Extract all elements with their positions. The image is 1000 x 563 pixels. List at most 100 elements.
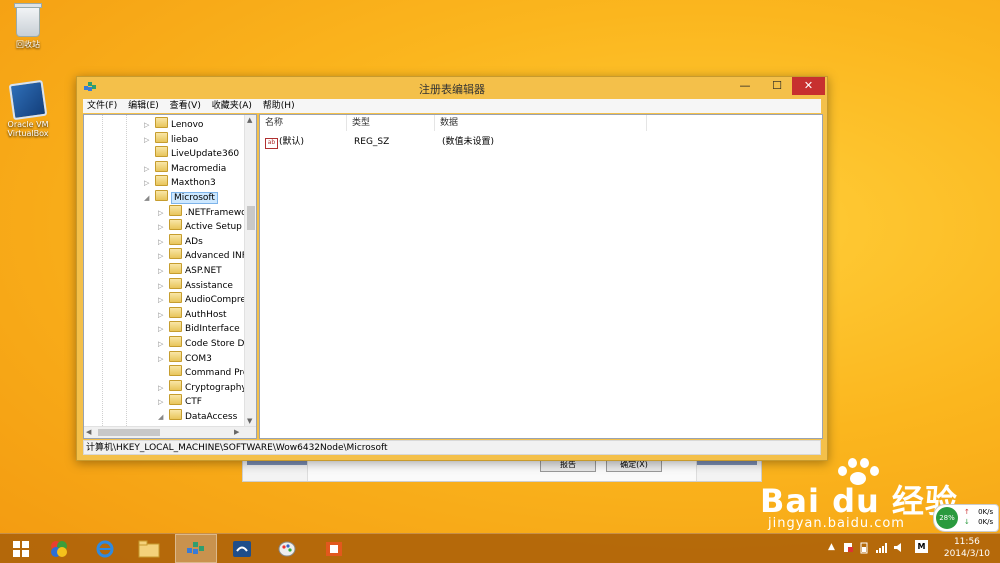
- scroll-up-icon[interactable]: ▲: [247, 116, 252, 124]
- expand-arrow-icon[interactable]: ▷: [144, 133, 153, 147]
- taskbar-regedit[interactable]: [175, 534, 217, 563]
- tree-node[interactable]: ▷ AuthHost: [158, 306, 227, 322]
- tree-node[interactable]: Command Pro: [158, 365, 248, 379]
- menu-file[interactable]: 文件(F): [83, 99, 121, 113]
- tree-node[interactable]: ▷ AudioCompre: [158, 292, 246, 306]
- menu-view[interactable]: 查看(V): [166, 99, 205, 113]
- upload-speed-row: ↑ 0K/s: [964, 508, 993, 516]
- expand-arrow-icon[interactable]: ▷: [158, 337, 167, 351]
- column-data-header[interactable]: 数据: [435, 115, 647, 131]
- tree-node[interactable]: ◢ DataAccess: [158, 409, 237, 423]
- folder-icon: [155, 146, 168, 158]
- system-clock[interactable]: 11:56 2014/3/10: [944, 536, 990, 560]
- tree-node[interactable]: LiveUpdate360: [144, 146, 239, 160]
- values-list[interactable]: 名称 类型 数据 ab (默认) REG_SZ (数值未设置): [259, 114, 823, 439]
- minimize-button[interactable]: —: [729, 77, 761, 95]
- taskbar-paint[interactable]: [266, 534, 308, 563]
- expand-arrow-icon[interactable]: ▷: [144, 118, 153, 132]
- tree-node[interactable]: ▷ COM3: [158, 350, 212, 366]
- tree-node[interactable]: ▷ Code Store D: [158, 336, 244, 350]
- tree-node[interactable]: ▷ ASP.NET: [158, 263, 222, 277]
- folder-icon: [169, 292, 182, 304]
- shield-app-icon: [233, 540, 251, 557]
- tree-scroll-thumb[interactable]: [247, 206, 255, 230]
- recycle-bin-icon[interactable]: 回收站: [0, 3, 56, 50]
- volume-icon[interactable]: [893, 542, 905, 553]
- column-name-header[interactable]: 名称: [260, 115, 347, 131]
- expand-arrow-icon[interactable]: ▷: [144, 162, 153, 176]
- tree-vertical-scrollbar[interactable]: ▲ ▼: [244, 115, 256, 426]
- tree-node[interactable]: ▷ .NETFramewo: [158, 204, 247, 220]
- tree-node[interactable]: ▷ Advanced INF: [158, 248, 247, 262]
- expand-arrow-icon[interactable]: ▷: [158, 322, 167, 336]
- expand-arrow-icon[interactable]: ◢: [158, 410, 167, 424]
- scroll-down-icon[interactable]: ▼: [247, 417, 252, 425]
- expand-arrow-icon[interactable]: ▷: [158, 395, 167, 409]
- taskbar-shield-app[interactable]: [221, 534, 263, 563]
- tree-node[interactable]: ▷ liebao: [144, 131, 198, 147]
- menu-help[interactable]: 帮助(H): [259, 99, 299, 113]
- tree-node[interactable]: ◢ Microsoft: [144, 190, 218, 204]
- tree-node[interactable]: ▷ Maxthon3: [144, 175, 216, 189]
- download-arrow-icon: ↓: [964, 518, 970, 526]
- tree-node[interactable]: ▷ Lenovo: [144, 117, 203, 131]
- maximize-button[interactable]: ☐: [761, 77, 793, 95]
- registry-tree[interactable]: ▷ Lenovo ▷ liebao LiveUpdate360 ▷ Macromedia ▷ M…: [83, 114, 257, 439]
- tree-hscroll-thumb[interactable]: [98, 429, 160, 436]
- menu-bar: 文件(F) 编辑(E) 查看(V) 收藏夹(A) 帮助(H): [83, 99, 821, 113]
- value-data: (数值未设置): [442, 137, 495, 147]
- menu-edit[interactable]: 编辑(E): [124, 99, 163, 113]
- menu-favorites[interactable]: 收藏夹(A): [208, 99, 256, 113]
- tree-node-label: Code Store D: [185, 339, 245, 349]
- tree-node-label: AudioCompre: [185, 295, 246, 306]
- expand-arrow-icon[interactable]: ▷: [158, 352, 167, 366]
- windows-logo-icon: [13, 540, 29, 557]
- tree-node[interactable]: ▷ CTF: [158, 394, 202, 408]
- taskbar-app-colorful[interactable]: [38, 534, 80, 563]
- tree-horizontal-scrollbar[interactable]: ◀ ▶: [84, 426, 256, 438]
- tree-node[interactable]: ▷ ADs: [158, 233, 203, 249]
- close-button[interactable]: ✕: [792, 77, 825, 95]
- expand-arrow-icon[interactable]: ▷: [144, 176, 153, 190]
- expand-arrow-icon[interactable]: ▷: [158, 220, 167, 234]
- network-monitor[interactable]: 28% ↑ 0K/s ↓ 0K/s: [933, 504, 999, 532]
- taskbar-office[interactable]: [313, 534, 355, 563]
- recycle-bin-label: 回收站: [16, 40, 40, 49]
- scroll-right-icon[interactable]: ▶: [234, 428, 239, 436]
- expand-arrow-icon[interactable]: ▷: [158, 235, 167, 249]
- expand-arrow-icon[interactable]: ▷: [158, 279, 167, 293]
- tree-node-label: BidInterface: [185, 324, 240, 335]
- ime-icon[interactable]: M: [915, 540, 928, 553]
- baidu-watermark: Bai du 经验 jingyan.baidu.com: [760, 456, 960, 536]
- download-speed: 0K/s: [978, 518, 994, 526]
- action-center-flag-icon[interactable]: [843, 542, 854, 553]
- expand-arrow-icon[interactable]: ▷: [158, 293, 167, 307]
- expand-arrow-icon[interactable]: ▷: [158, 381, 167, 395]
- tree-node[interactable]: ▷ Active Setup: [158, 219, 242, 233]
- trash-icon: [14, 3, 42, 37]
- expand-arrow-icon[interactable]: ▷: [158, 308, 167, 322]
- battery-plug-icon[interactable]: [859, 542, 869, 554]
- tree-node[interactable]: ▷ Cryptography: [158, 379, 247, 395]
- expand-arrow-icon[interactable]: ▷: [158, 264, 167, 278]
- virtualbox-shortcut[interactable]: Oracle VM VirtualBox: [0, 79, 56, 138]
- wifi-signal-icon[interactable]: [876, 542, 888, 553]
- taskbar-internet-explorer[interactable]: [84, 534, 126, 563]
- office-icon: [326, 541, 342, 556]
- folder-icon: [169, 321, 182, 333]
- tree-node-label: Macromedia: [171, 163, 227, 174]
- expand-arrow-icon[interactable]: ▷: [158, 206, 167, 220]
- tree-node[interactable]: ▷ Assistance: [158, 277, 233, 293]
- start-button[interactable]: [0, 534, 42, 563]
- taskbar-file-explorer[interactable]: [128, 534, 170, 563]
- title-bar[interactable]: 注册表编辑器 — ☐ ✕: [77, 77, 827, 99]
- column-type-header[interactable]: 类型: [347, 115, 435, 131]
- scroll-left-icon[interactable]: ◀: [86, 428, 91, 436]
- tree-node[interactable]: ▷ Macromedia: [144, 160, 227, 176]
- tree-node[interactable]: ▷ BidInterface: [158, 321, 240, 335]
- paint-icon: [278, 541, 296, 556]
- expand-arrow-icon[interactable]: ▷: [158, 249, 167, 263]
- expand-arrow-icon[interactable]: ◢: [144, 191, 153, 205]
- show-hidden-icons-icon[interactable]: ▲: [828, 542, 835, 552]
- clock-time: 11:56: [953, 537, 980, 547]
